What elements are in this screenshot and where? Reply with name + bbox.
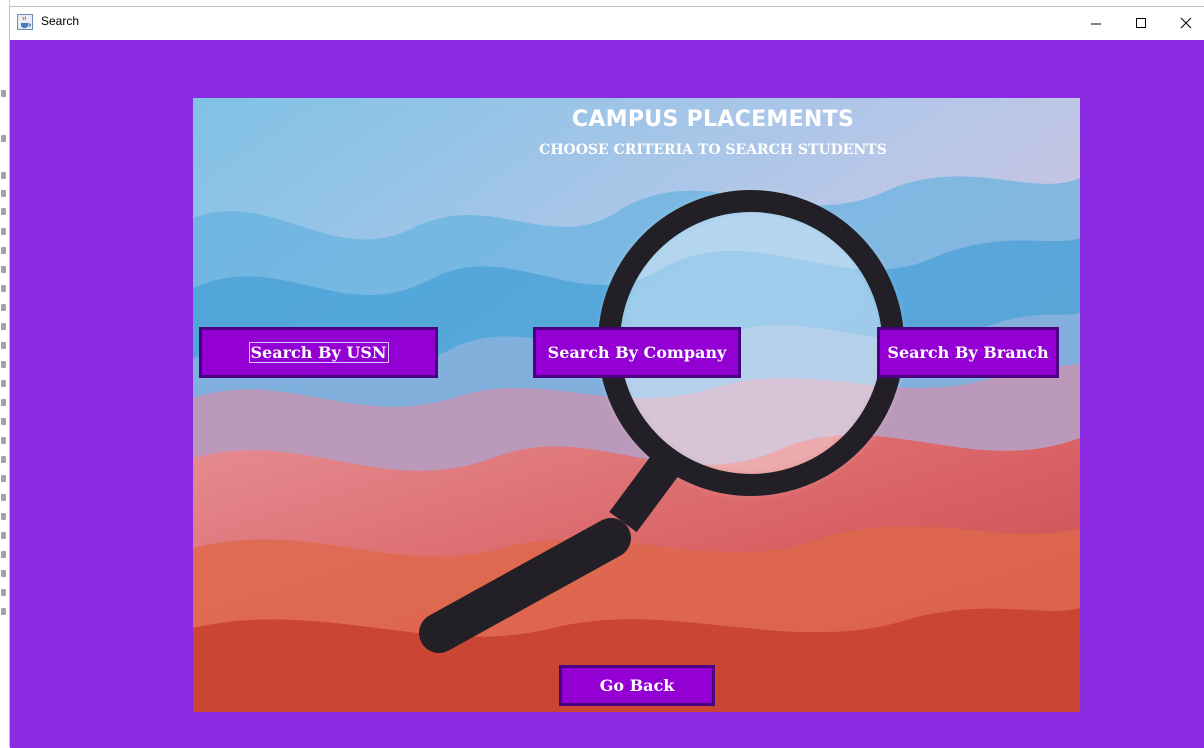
search-by-branch-button[interactable]: Search By Branch [877, 327, 1059, 378]
background-poster: CAMPUS PLACEMENTS CHOOSE CRITERIA TO SEA… [193, 98, 1080, 712]
search-by-usn-button[interactable]: Search By USN [199, 327, 438, 378]
maximize-button[interactable] [1123, 7, 1159, 39]
search-by-company-button[interactable]: Search By Company [533, 327, 741, 378]
search-by-usn-label: Search By USN [248, 342, 389, 363]
search-by-branch-label: Search By Branch [887, 343, 1049, 362]
title-bar[interactable]: Search [10, 7, 1204, 39]
close-icon [1180, 17, 1192, 29]
go-back-label: Go Back [599, 676, 675, 695]
page-title: CAMPUS PLACEMENTS [571, 107, 855, 132]
window-title: Search [41, 14, 80, 28]
close-button[interactable] [1168, 7, 1204, 39]
page-subtitle: CHOOSE CRITERIA TO SEARCH STUDENTS [539, 142, 887, 158]
search-window: Search CAMPUS PLACEMENTS CHOOSE CRITERIA… [9, 6, 1204, 748]
minimize-button[interactable] [1078, 7, 1114, 39]
search-by-company-label: Search By Company [547, 343, 727, 362]
abstract-waves-background [193, 98, 1080, 712]
minimize-icon [1091, 23, 1101, 25]
content-panel: CAMPUS PLACEMENTS CHOOSE CRITERIA TO SEA… [10, 40, 1204, 748]
go-back-button[interactable]: Go Back [559, 665, 715, 706]
maximize-icon [1136, 18, 1146, 28]
java-cup-icon [17, 14, 33, 30]
